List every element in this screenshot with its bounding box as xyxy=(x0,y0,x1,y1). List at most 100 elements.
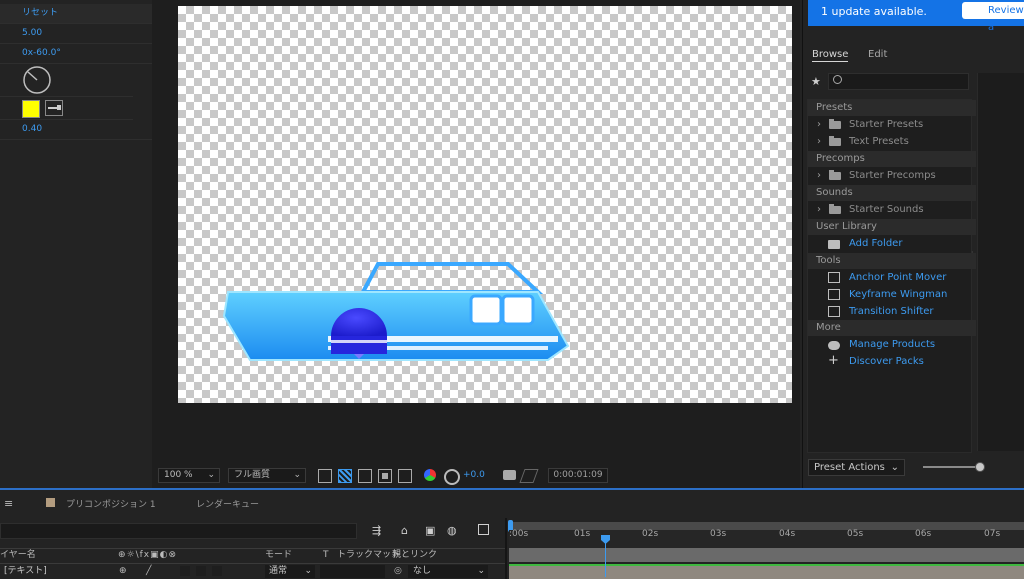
item-label: Starter Sounds xyxy=(849,204,924,215)
effect-row-value-1[interactable]: 5.00 xyxy=(0,24,155,44)
mode-value: 通常 xyxy=(269,566,288,576)
composition-color-swatch xyxy=(46,498,55,507)
composition-canvas[interactable] xyxy=(178,6,792,403)
reset-exposure-icon[interactable] xyxy=(444,469,460,485)
tab-edit-label: Edit xyxy=(868,49,888,60)
safe-margins-icon[interactable] xyxy=(378,469,392,483)
snapshot-camera-icon[interactable] xyxy=(503,470,516,480)
angle-field[interactable]: 0x-60.0° xyxy=(22,48,61,58)
list-item-anchor-point-mover[interactable]: Anchor Point Mover xyxy=(808,270,1009,286)
item-label: Anchor Point Mover xyxy=(849,272,947,283)
column-switches[interactable]: ⊕☼\fx▣◐⊗ xyxy=(118,549,177,562)
panel-menu-icon[interactable]: ≡ xyxy=(4,497,13,510)
preset-actions-dropdown[interactable]: Preset Actions ⌄ xyxy=(808,459,905,476)
tab-browse[interactable]: Browse xyxy=(812,49,849,62)
ruler-tick-label: 04s xyxy=(779,529,796,539)
show-snapshot-icon[interactable] xyxy=(519,469,539,483)
track-matte-dropdown[interactable] xyxy=(320,565,385,578)
section-more: More xyxy=(808,320,976,336)
viewer-toolbar: 100 % ⌄ フル画質 ⌄ +0.0 0:00:01:09 xyxy=(152,462,800,488)
channel-color-icon[interactable] xyxy=(424,469,436,481)
update-banner: 1 update available. Review a xyxy=(808,0,1024,33)
column-track-matte[interactable]: トラックマット xyxy=(337,549,400,562)
list-item-transition-shifter[interactable]: Transition Shifter xyxy=(808,304,1009,320)
color-swatch[interactable] xyxy=(22,100,40,118)
column-parent-link[interactable]: 親とリンク xyxy=(392,549,437,562)
parent-dropdown[interactable]: なし ⌄ xyxy=(408,565,488,578)
list-item-starter-sounds[interactable]: › Starter Sounds xyxy=(808,202,1009,218)
column-mode[interactable]: モード xyxy=(265,549,292,562)
item-label: Manage Products xyxy=(849,339,936,350)
list-item-discover-packs[interactable]: + Discover Packs xyxy=(808,354,1009,370)
tab-precomp[interactable]: プリコンポジション 1 xyxy=(66,497,156,510)
section-precomps: Precomps xyxy=(808,151,976,167)
quality-value: フル画質 xyxy=(234,470,271,480)
cloud-download-icon xyxy=(828,341,840,350)
section-label: Precomps xyxy=(816,153,865,164)
frame-blending-icon[interactable]: ▣ xyxy=(425,524,435,537)
chevron-right-icon[interactable]: › xyxy=(817,134,821,150)
section-label: Sounds xyxy=(816,187,853,198)
playhead[interactable] xyxy=(601,535,610,577)
effect-row-angle[interactable]: 0x-60.0° xyxy=(0,44,155,64)
vehicle-graphic xyxy=(222,262,570,361)
chevron-right-icon[interactable]: › xyxy=(817,117,821,133)
chevron-right-icon[interactable]: › xyxy=(817,202,821,218)
value-field[interactable]: 0.40 xyxy=(22,124,42,134)
search-input[interactable] xyxy=(828,73,969,90)
effect-row-value-2[interactable]: 0.40 xyxy=(0,120,155,140)
motion-blur-icon[interactable]: ◍ xyxy=(447,524,457,537)
chevron-right-icon[interactable]: › xyxy=(817,168,821,184)
list-item-text-presets[interactable]: › Text Presets xyxy=(808,134,1009,150)
folder-icon xyxy=(829,170,841,180)
mode-dropdown[interactable]: 通常 ⌄ xyxy=(265,565,315,578)
list-item-manage-products[interactable]: Manage Products xyxy=(808,337,1009,353)
folder-icon xyxy=(829,119,841,129)
column-t[interactable]: T xyxy=(323,549,329,562)
value-field[interactable]: 5.00 xyxy=(22,28,42,38)
layer-search-input[interactable] xyxy=(0,523,357,539)
switch-box[interactable] xyxy=(180,566,190,576)
graph-editor-icon[interactable] xyxy=(478,524,489,535)
effect-row-dial xyxy=(0,64,133,97)
timeline-divider[interactable] xyxy=(505,518,507,579)
effect-controls-panel: リセット 5.00 0x-60.0° 0.40 xyxy=(0,0,155,488)
favorites-star-icon[interactable]: ★ xyxy=(811,75,821,88)
effect-row-reset[interactable]: リセット xyxy=(0,4,155,24)
update-message: 1 update available. xyxy=(821,5,927,18)
grid-guides-icon[interactable] xyxy=(398,469,412,483)
eyedropper-icon[interactable] xyxy=(45,100,63,116)
reset-link[interactable]: リセット xyxy=(22,8,58,18)
zoom-dropdown[interactable]: 100 % ⌄ xyxy=(158,468,220,483)
transparency-grid-icon[interactable] xyxy=(338,469,352,483)
mask-visibility-icon[interactable] xyxy=(358,469,372,483)
switch-box[interactable] xyxy=(212,566,222,576)
current-time-field[interactable]: 0:00:01:09 xyxy=(548,468,608,483)
column-layer-name[interactable]: イヤー名 xyxy=(0,549,36,562)
tab-edit[interactable]: Edit xyxy=(868,49,887,60)
list-item-keyframe-wingman[interactable]: Keyframe Wingman xyxy=(808,287,1009,303)
switch-box[interactable] xyxy=(196,566,206,576)
draft-3d-icon[interactable]: ⌂ xyxy=(401,524,408,537)
list-item-starter-presets[interactable]: › Starter Presets xyxy=(808,117,1009,133)
section-label: Presets xyxy=(816,102,853,113)
quality-dropdown[interactable]: フル画質 ⌄ xyxy=(228,468,306,483)
ruler-tick-label: 03s xyxy=(710,529,727,539)
chevron-down-icon: ⌄ xyxy=(207,470,215,480)
exposure-value[interactable]: +0.0 xyxy=(463,470,485,480)
search-icon xyxy=(833,75,842,84)
region-of-interest-icon[interactable] xyxy=(318,469,332,483)
review-button[interactable]: Review a xyxy=(962,2,1024,33)
angle-dial-icon[interactable] xyxy=(21,64,53,96)
slider-handle[interactable] xyxy=(975,462,985,472)
tool-icon xyxy=(828,289,840,300)
composition-flowchart-icon[interactable]: ⇶ xyxy=(372,524,381,537)
section-user-library: User Library xyxy=(808,219,976,235)
tab-browse-label: Browse xyxy=(812,49,849,60)
item-label: Transition Shifter xyxy=(849,306,934,317)
list-item-add-folder[interactable]: Add Folder xyxy=(808,236,1009,252)
list-item-starter-precomps[interactable]: › Starter Precomps xyxy=(808,168,1009,184)
tab-render-queue[interactable]: レンダーキュー xyxy=(196,497,259,510)
thumbnail-size-slider[interactable] xyxy=(923,462,985,472)
ruler-tick-label: 01s xyxy=(574,529,591,539)
